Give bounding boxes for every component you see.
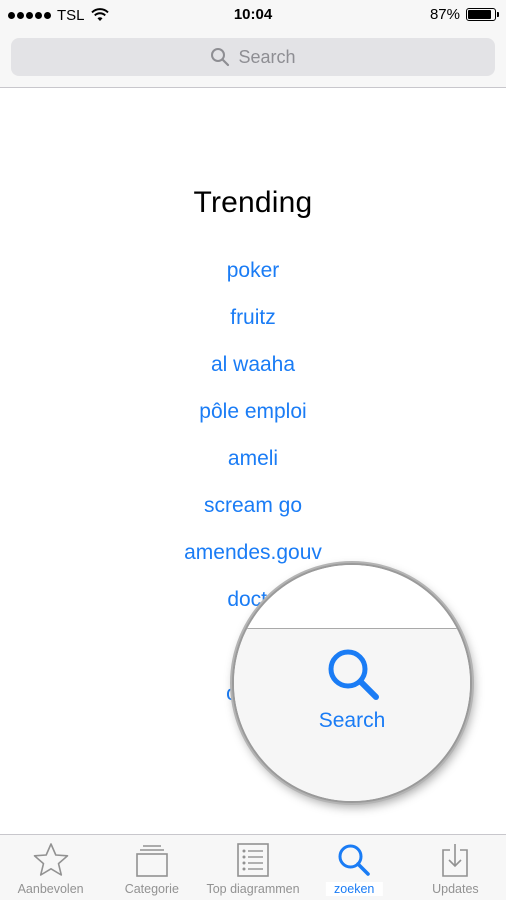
download-icon — [442, 844, 469, 877]
trending-item[interactable]: scream go — [0, 493, 506, 540]
tab-updates[interactable]: Updates — [405, 835, 506, 900]
star-icon — [33, 843, 68, 876]
trending-item[interactable]: fruitz — [0, 305, 506, 352]
battery-percent: 87% — [429, 6, 460, 23]
list-icon — [237, 843, 269, 877]
battery-icon — [466, 8, 499, 21]
status-bar: TSL 10:04 87% — [0, 0, 506, 30]
search-icon — [211, 48, 230, 67]
trending-item[interactable]: ameli — [0, 446, 506, 493]
magnifier-overlay: Search — [232, 563, 472, 803]
tab-top-diagrammen[interactable]: Top diagrammen — [202, 835, 303, 900]
status-right: 87% — [429, 6, 499, 23]
trending-title: Trending — [193, 186, 313, 219]
tab-zoeken[interactable]: zoeken — [304, 835, 405, 900]
stack-icon — [135, 845, 168, 877]
tab-label: Categorie — [124, 882, 179, 896]
search-icon — [328, 649, 379, 700]
search-placeholder: Search — [238, 46, 296, 67]
tab-bar: Aanbevolen Categorie Top diagrammen zoek… — [0, 834, 506, 900]
search-input[interactable]: Search — [11, 38, 495, 76]
magnifier-label: Search — [318, 709, 386, 732]
magnifier-top — [234, 565, 470, 629]
search-header: Search — [0, 30, 506, 88]
tab-label: Top diagrammen — [206, 882, 300, 896]
trending-item[interactable]: poker — [0, 258, 506, 305]
tab-aanbevolen[interactable]: Aanbevolen — [0, 835, 101, 900]
magnifier-tab-zoom[interactable]: Search — [234, 629, 470, 801]
trending-item[interactable]: pôle emploi — [0, 399, 506, 446]
tab-categorie[interactable]: Categorie — [101, 835, 202, 900]
tab-label: Aanbevolen — [17, 882, 84, 896]
tab-label: zoeken — [326, 882, 383, 896]
trending-item[interactable]: al waaha — [0, 352, 506, 399]
tab-label: Updates — [432, 882, 479, 896]
search-icon — [338, 844, 371, 876]
